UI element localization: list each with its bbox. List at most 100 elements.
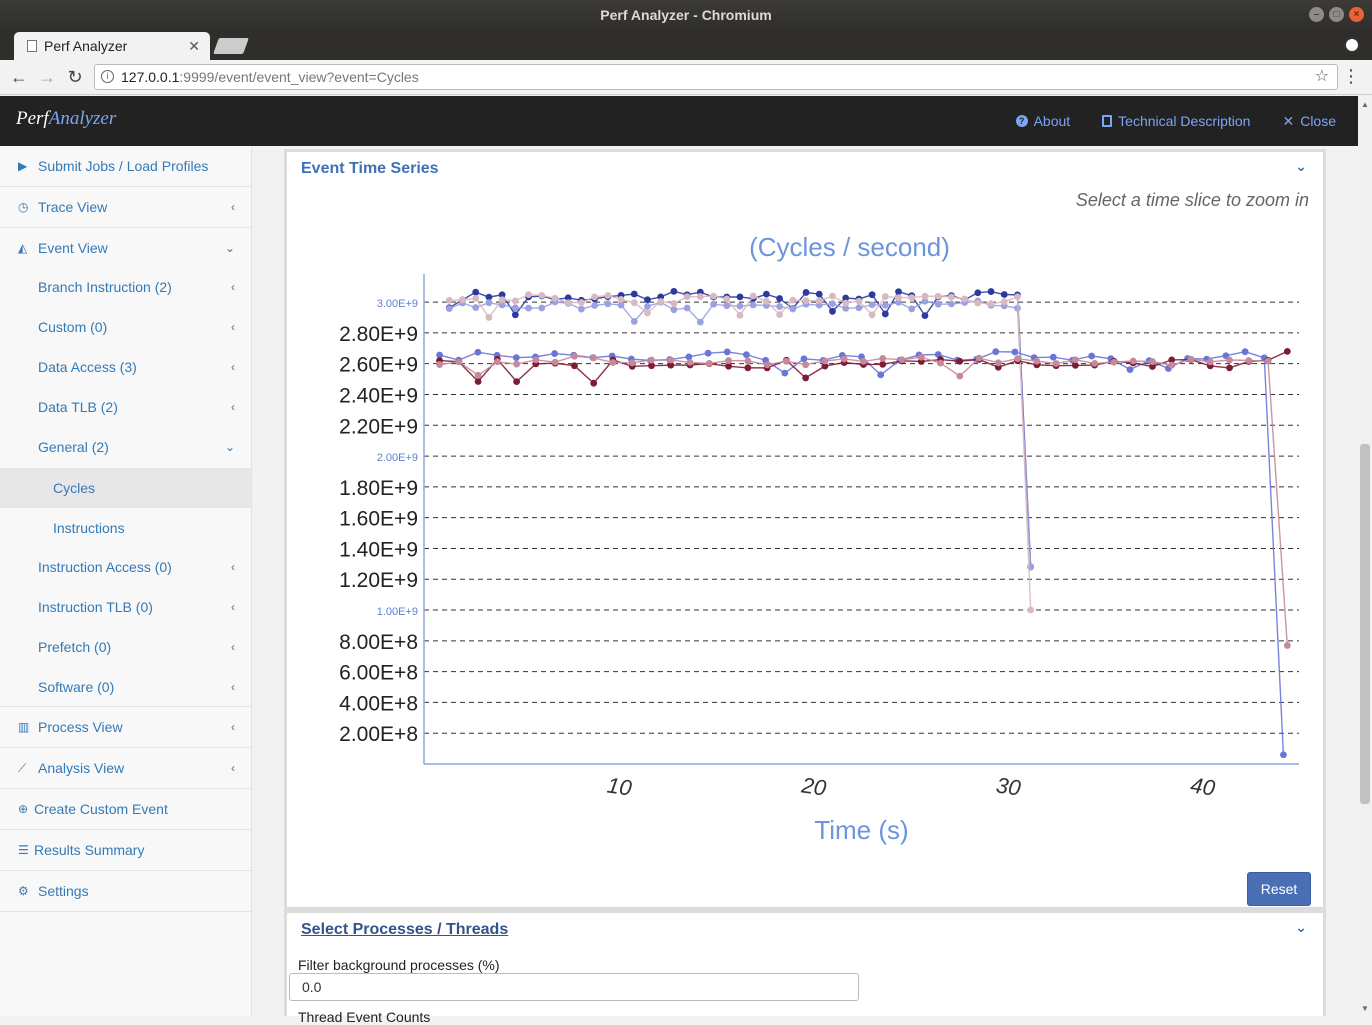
data-point[interactable] xyxy=(670,287,678,295)
data-point[interactable] xyxy=(670,306,678,314)
info-icon[interactable]: i xyxy=(101,70,114,83)
data-point[interactable] xyxy=(749,292,757,300)
data-point[interactable] xyxy=(1088,352,1096,360)
data-point[interactable] xyxy=(604,292,612,299)
data-point[interactable] xyxy=(921,292,929,300)
data-point[interactable] xyxy=(789,305,797,313)
reload-icon[interactable]: ↻ xyxy=(64,66,86,88)
data-point[interactable] xyxy=(829,292,836,300)
data-point[interactable] xyxy=(895,288,902,296)
data-point[interactable] xyxy=(868,311,876,319)
data-point[interactable] xyxy=(472,294,480,302)
data-point[interactable] xyxy=(855,304,863,312)
data-point[interactable] xyxy=(538,304,546,312)
data-point[interactable] xyxy=(947,300,955,308)
data-point[interactable] xyxy=(744,357,752,365)
data-point[interactable] xyxy=(513,378,521,386)
sidebar-item-custom[interactable]: Custom (0) ‹ xyxy=(0,307,251,347)
data-point[interactable] xyxy=(445,305,453,313)
data-point[interactable] xyxy=(879,355,887,362)
data-point[interactable] xyxy=(1049,353,1057,361)
new-tab-button[interactable] xyxy=(213,38,249,54)
data-point[interactable] xyxy=(802,289,810,296)
data-point[interactable] xyxy=(842,299,850,307)
data-point[interactable] xyxy=(609,359,617,366)
data-point[interactable] xyxy=(821,357,829,365)
data-point[interactable] xyxy=(776,311,784,318)
data-point[interactable] xyxy=(994,359,1002,367)
data-point[interactable] xyxy=(1206,358,1214,366)
page-scrollbar[interactable]: ▲ ▼ xyxy=(1358,96,1372,1016)
data-point[interactable] xyxy=(455,358,463,366)
data-point[interactable] xyxy=(1187,355,1195,363)
sidebar-item-general[interactable]: General (2) ⌄ xyxy=(0,427,251,467)
sidebar-item-data-tlb[interactable]: Data TLB (2) ‹ xyxy=(0,387,251,427)
time-series-chart[interactable]: (Cycles / second) 2.80E+9 2.60E+9 2.40E+9 2.… xyxy=(287,152,1323,857)
data-point[interactable] xyxy=(1091,359,1099,367)
data-point[interactable] xyxy=(762,297,770,305)
data-point[interactable] xyxy=(591,302,599,309)
data-point[interactable] xyxy=(525,291,532,299)
data-point[interactable] xyxy=(686,358,694,366)
data-point[interactable] xyxy=(736,302,744,310)
reset-button[interactable]: Reset xyxy=(1247,872,1311,906)
data-point[interactable] xyxy=(710,292,717,300)
data-point[interactable] xyxy=(802,374,810,382)
data-point[interactable] xyxy=(744,364,752,372)
data-point[interactable] xyxy=(974,299,982,307)
data-point[interactable] xyxy=(493,358,501,366)
data-point[interactable] xyxy=(628,359,636,367)
sidebar-item-cycles[interactable]: Cycles xyxy=(0,468,251,508)
data-point[interactable] xyxy=(578,305,585,313)
maximize-icon[interactable]: □ xyxy=(1329,7,1344,22)
data-point[interactable] xyxy=(648,356,655,364)
data-point[interactable] xyxy=(1226,364,1233,372)
data-point[interactable] xyxy=(881,310,889,318)
data-point[interactable] xyxy=(683,293,691,301)
data-point[interactable] xyxy=(815,290,823,298)
sidebar-item-analysis-view[interactable]: ⟋ Analysis View ‹ xyxy=(0,748,251,789)
data-point[interactable] xyxy=(1283,642,1291,649)
sidebar-item-data-access[interactable]: Data Access (3) ‹ xyxy=(0,347,251,387)
data-point[interactable] xyxy=(710,300,717,308)
data-point[interactable] xyxy=(551,294,559,302)
data-point[interactable] xyxy=(723,348,731,356)
data-point[interactable] xyxy=(630,318,638,325)
data-point[interactable] xyxy=(474,378,482,385)
data-point[interactable] xyxy=(644,296,651,304)
chevron-down-icon[interactable]: ⌄ xyxy=(1295,919,1307,936)
data-point[interactable] xyxy=(1168,361,1176,369)
back-icon[interactable]: ← xyxy=(8,66,30,88)
data-point[interactable] xyxy=(723,295,731,303)
data-point[interactable] xyxy=(525,304,532,312)
data-point[interactable] xyxy=(683,304,691,312)
data-point[interactable] xyxy=(532,356,540,364)
data-point[interactable] xyxy=(590,379,598,387)
data-point[interactable] xyxy=(1241,348,1249,356)
data-point[interactable] xyxy=(696,293,704,300)
data-point[interactable] xyxy=(782,357,790,365)
scroll-down-icon[interactable]: ▼ xyxy=(1361,1004,1369,1013)
window-close-icon[interactable]: × xyxy=(1349,7,1364,22)
close-link[interactable]: ✕ Close xyxy=(1282,113,1336,130)
profile-icon[interactable] xyxy=(1344,37,1360,53)
data-point[interactable] xyxy=(538,292,546,299)
bookmark-star-icon[interactable]: ☆ xyxy=(1315,65,1329,89)
data-point[interactable] xyxy=(800,355,808,363)
sidebar-item-instruction-access[interactable]: Instruction Access (0) ‹ xyxy=(0,547,251,587)
data-point[interactable] xyxy=(868,301,876,309)
data-point[interactable] xyxy=(578,299,585,306)
data-point[interactable] xyxy=(644,309,651,317)
data-point[interactable] xyxy=(898,356,906,364)
data-point[interactable] xyxy=(551,358,559,366)
data-point[interactable] xyxy=(1264,357,1272,365)
data-point[interactable] xyxy=(736,293,744,301)
filter-background-input[interactable]: 0.0 xyxy=(289,973,859,1001)
data-point[interactable] xyxy=(868,291,876,299)
scroll-up-icon[interactable]: ▲ xyxy=(1361,100,1369,109)
data-point[interactable] xyxy=(564,299,572,307)
data-point[interactable] xyxy=(802,297,810,305)
data-point[interactable] xyxy=(725,357,732,364)
data-point[interactable] xyxy=(667,356,675,364)
panel-title[interactable]: Select Processes / Threads xyxy=(301,921,508,939)
